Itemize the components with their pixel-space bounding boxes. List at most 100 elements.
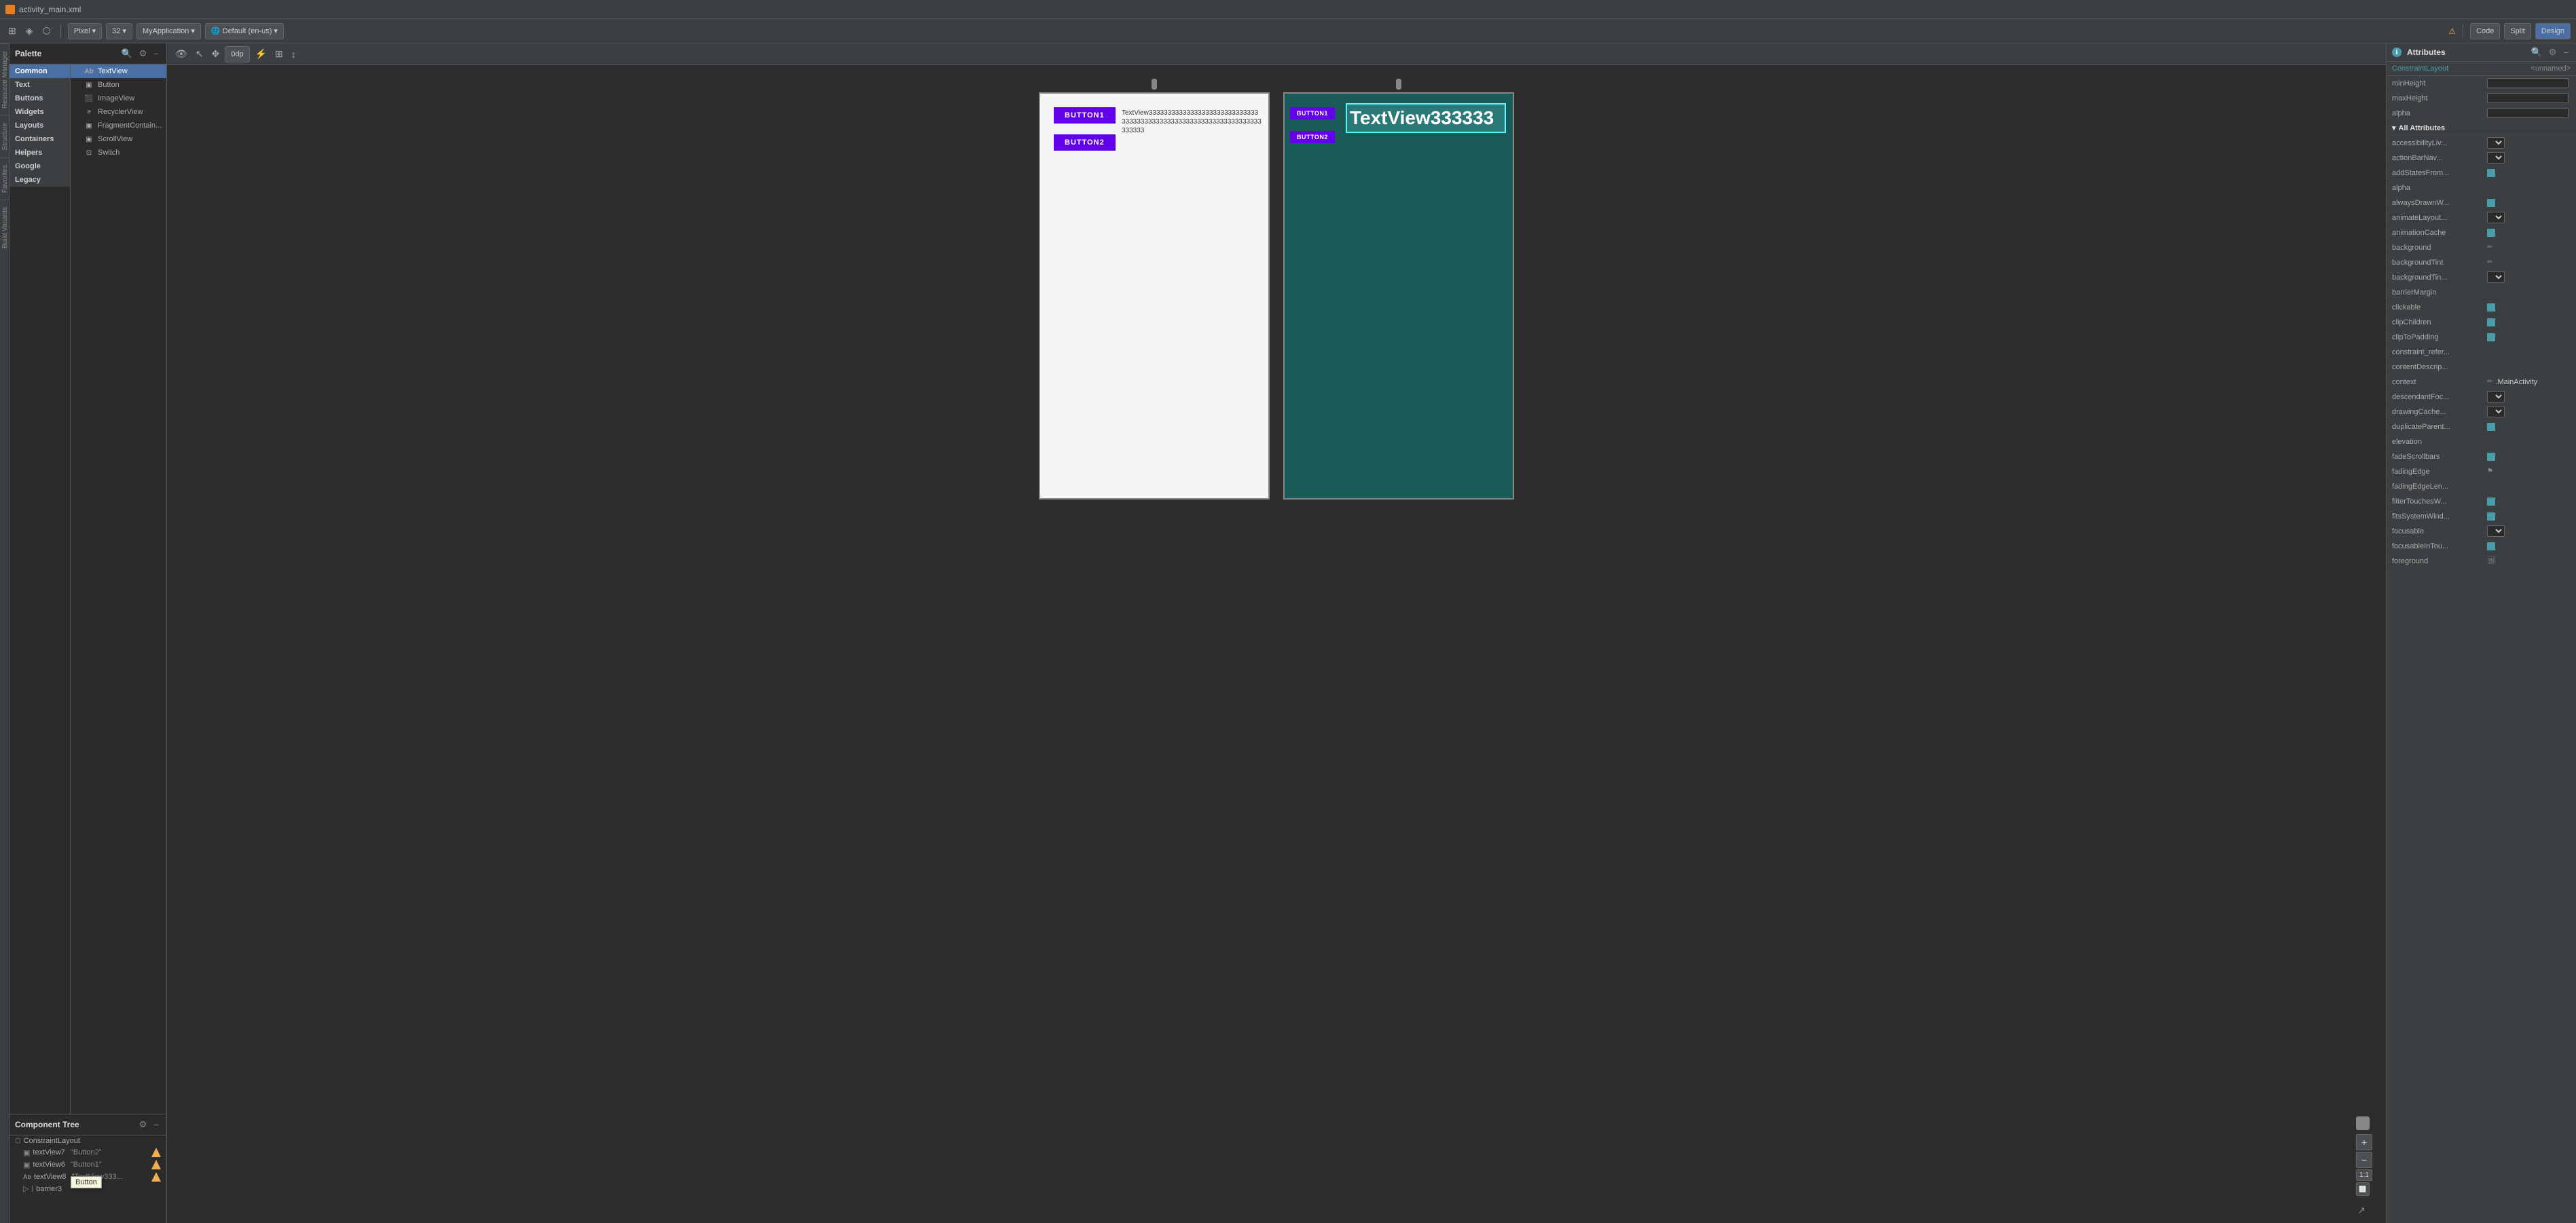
pan-btn[interactable]: ✥ bbox=[209, 46, 223, 62]
attributes-settings-btn[interactable]: ⚙ bbox=[2547, 46, 2559, 58]
attr-context-pencil-icon[interactable]: ✏ bbox=[2487, 378, 2492, 385]
attr-background-pencil-icon[interactable]: ✏ bbox=[2487, 244, 2492, 251]
zoom-in-btn[interactable]: + bbox=[2356, 1134, 2372, 1150]
structure-tab[interactable]: Structure bbox=[0, 115, 9, 157]
palette-item-button-label: Button bbox=[98, 81, 119, 89]
attr-accessibilityliv-select[interactable] bbox=[2487, 137, 2505, 149]
category-text[interactable]: Text bbox=[10, 78, 70, 92]
palette-settings-btn[interactable]: ⚙ bbox=[137, 48, 149, 60]
attributes-search-btn[interactable]: 🔍 bbox=[2529, 46, 2544, 58]
category-buttons[interactable]: Buttons bbox=[10, 92, 70, 105]
attr-animationcache-row: animationCache bbox=[2387, 225, 2576, 240]
zoom-out-btn[interactable]: − bbox=[2356, 1152, 2372, 1168]
pixel-dropdown[interactable]: Pixel ▾ bbox=[68, 23, 102, 39]
app-dropdown[interactable]: MyApplication ▾ bbox=[136, 23, 201, 39]
attr-maxheight-input[interactable] bbox=[2487, 93, 2569, 103]
attr-alwaysdrawnw-value bbox=[2487, 199, 2571, 207]
attr-focusableintou-icon[interactable] bbox=[2487, 542, 2495, 550]
pixel-label: Pixel bbox=[74, 27, 90, 35]
palette-item-imageview[interactable]: ⬛ ImageView bbox=[71, 92, 166, 105]
attr-actionbarnav-select[interactable] bbox=[2487, 152, 2505, 164]
code-btn[interactable]: Code bbox=[2470, 23, 2500, 39]
preview-btn1-light[interactable]: BUTTON1 bbox=[1054, 107, 1116, 124]
attr-fadescrollbars-row: fadeScrollbars bbox=[2387, 449, 2576, 464]
tree-item-textview7[interactable]: ▣ textView7 "Button2" bbox=[10, 1146, 166, 1159]
category-legacy[interactable]: Legacy bbox=[10, 173, 70, 187]
align-btn[interactable]: ⊞ bbox=[272, 46, 286, 62]
dp-input[interactable]: 32 ▾ bbox=[106, 23, 132, 39]
component-tree-title: Component Tree bbox=[15, 1120, 134, 1129]
design-btn[interactable]: Design bbox=[2535, 23, 2571, 39]
attr-foreground-img-icon[interactable]: 🖼 bbox=[2487, 557, 2496, 565]
attr-addstatesfrom-icon[interactable] bbox=[2487, 169, 2495, 177]
palette-item-scrollview[interactable]: ▣ ScrollView bbox=[71, 132, 166, 146]
attr-descendantfoc-select[interactable] bbox=[2487, 391, 2505, 402]
palette-item-recyclerview-label: RecyclerView bbox=[98, 108, 143, 116]
attr-focusable-select[interactable] bbox=[2487, 525, 2505, 537]
attr-fitssystemwind-value bbox=[2487, 512, 2571, 521]
favorites-tab[interactable]: Favorites bbox=[0, 157, 9, 200]
preview-btn2-dark[interactable]: BUTTON2 bbox=[1290, 131, 1335, 143]
zoom-ratio-label[interactable]: 1:1 bbox=[2356, 1169, 2372, 1181]
attr-backgroundtin-select[interactable] bbox=[2487, 271, 2505, 283]
transform-btn[interactable]: ⚡ bbox=[253, 46, 270, 62]
hand-tool-icon[interactable] bbox=[2356, 1116, 2370, 1130]
attr-backgroundtint-pencil-icon[interactable]: ✏ bbox=[2487, 259, 2492, 266]
component-tree-content: ⬡ ConstraintLayout ▣ textView7 "Button2"… bbox=[10, 1135, 166, 1223]
locale-dropdown[interactable]: 🌐 Default (en-us) ▾ bbox=[205, 23, 284, 39]
blueprint-toggle-btn[interactable]: ⊞ bbox=[5, 23, 19, 39]
component-tree-collapse-btn[interactable]: − bbox=[151, 1119, 161, 1131]
tooltip-button: Button bbox=[71, 1176, 102, 1188]
attr-drawingcache-select[interactable] bbox=[2487, 406, 2505, 417]
attr-alpha-top-input[interactable] bbox=[2487, 108, 2569, 118]
attr-duplicateparent-icon[interactable] bbox=[2487, 423, 2495, 431]
canvas-area[interactable]: BUTTON1 BUTTON2 TextView3333333333333333… bbox=[167, 65, 2386, 1223]
cursor-btn[interactable]: ↖ bbox=[193, 46, 206, 62]
attributes-title: Attributes bbox=[2407, 48, 2526, 57]
category-widgets[interactable]: Widgets bbox=[10, 105, 70, 119]
palette-search-btn[interactable]: 🔍 bbox=[119, 48, 134, 60]
fit-screen-btn[interactable]: ⬜ bbox=[2356, 1182, 2370, 1196]
category-helpers[interactable]: Helpers bbox=[10, 146, 70, 159]
attr-animationcache-icon[interactable] bbox=[2487, 229, 2495, 237]
design-toggle-btn[interactable]: ◈ bbox=[23, 23, 36, 39]
category-google[interactable]: Google bbox=[10, 159, 70, 173]
barrier3-label: barrier3 bbox=[36, 1185, 62, 1193]
attributes-collapse-btn[interactable]: − bbox=[2561, 47, 2571, 58]
category-common[interactable]: Common bbox=[10, 64, 70, 78]
attr-clickable-icon[interactable] bbox=[2487, 303, 2495, 312]
eye-btn[interactable]: 👁 bbox=[172, 46, 190, 62]
tree-item-constraintlayout[interactable]: ⬡ ConstraintLayout bbox=[10, 1135, 166, 1146]
palette-item-fragmentcontain[interactable]: ▣ FragmentContain... bbox=[71, 119, 166, 132]
zoom-input[interactable]: 0dp bbox=[225, 46, 249, 62]
resize-handle[interactable]: ↗ bbox=[2357, 1205, 2366, 1216]
palette-item-textview[interactable]: Ab TextView bbox=[71, 64, 166, 78]
attr-fadescrollbars-icon[interactable] bbox=[2487, 453, 2495, 461]
resource-manager-tab[interactable]: Resource Manager bbox=[0, 43, 9, 115]
preview-btn1-dark[interactable]: BUTTON1 bbox=[1290, 107, 1335, 119]
attr-cliptopadding-icon[interactable] bbox=[2487, 333, 2495, 341]
palette-collapse-btn[interactable]: − bbox=[151, 48, 161, 60]
palette-header: Palette 🔍 ⚙ − bbox=[10, 43, 166, 64]
category-layouts[interactable]: Layouts bbox=[10, 119, 70, 132]
attr-minheight-input[interactable] bbox=[2487, 78, 2569, 88]
attr-clipchildren-icon[interactable] bbox=[2487, 318, 2495, 326]
palette-item-recyclerview[interactable]: ≡ RecyclerView bbox=[71, 105, 166, 119]
preview-btn2-light[interactable]: BUTTON2 bbox=[1054, 134, 1116, 151]
palette-item-button[interactable]: ▣ Button bbox=[71, 78, 166, 92]
attr-fadingedge-flag-icon[interactable]: ⚑ bbox=[2487, 468, 2493, 475]
attr-animatelayout-select[interactable] bbox=[2487, 212, 2505, 223]
preview2-container: BUTTON1 BUTTON2 TextView333333 bbox=[1283, 79, 1514, 500]
attr-alwaysdrawnw-icon[interactable] bbox=[2487, 199, 2495, 207]
palette-item-switch[interactable]: ⊡ Switch bbox=[71, 146, 166, 159]
split-btn[interactable]: Split bbox=[2504, 23, 2531, 39]
category-containers[interactable]: Containers bbox=[10, 132, 70, 146]
attributes-list: accessibilityLiv... actionBarNav... addS… bbox=[2387, 136, 2576, 1223]
component-tree-settings-btn[interactable]: ⚙ bbox=[137, 1118, 149, 1131]
tree-item-textview6[interactable]: ▣ textView6 "Button1" bbox=[10, 1159, 166, 1171]
guide-btn[interactable]: ↕ bbox=[289, 46, 299, 62]
build-variants-tab[interactable]: Build Variants bbox=[0, 200, 9, 255]
attr-filtertouchesw-icon[interactable] bbox=[2487, 497, 2495, 506]
attr-fitssystemwind-icon[interactable] bbox=[2487, 512, 2495, 521]
blueprint-wire-btn[interactable]: ⬡ bbox=[40, 23, 54, 39]
